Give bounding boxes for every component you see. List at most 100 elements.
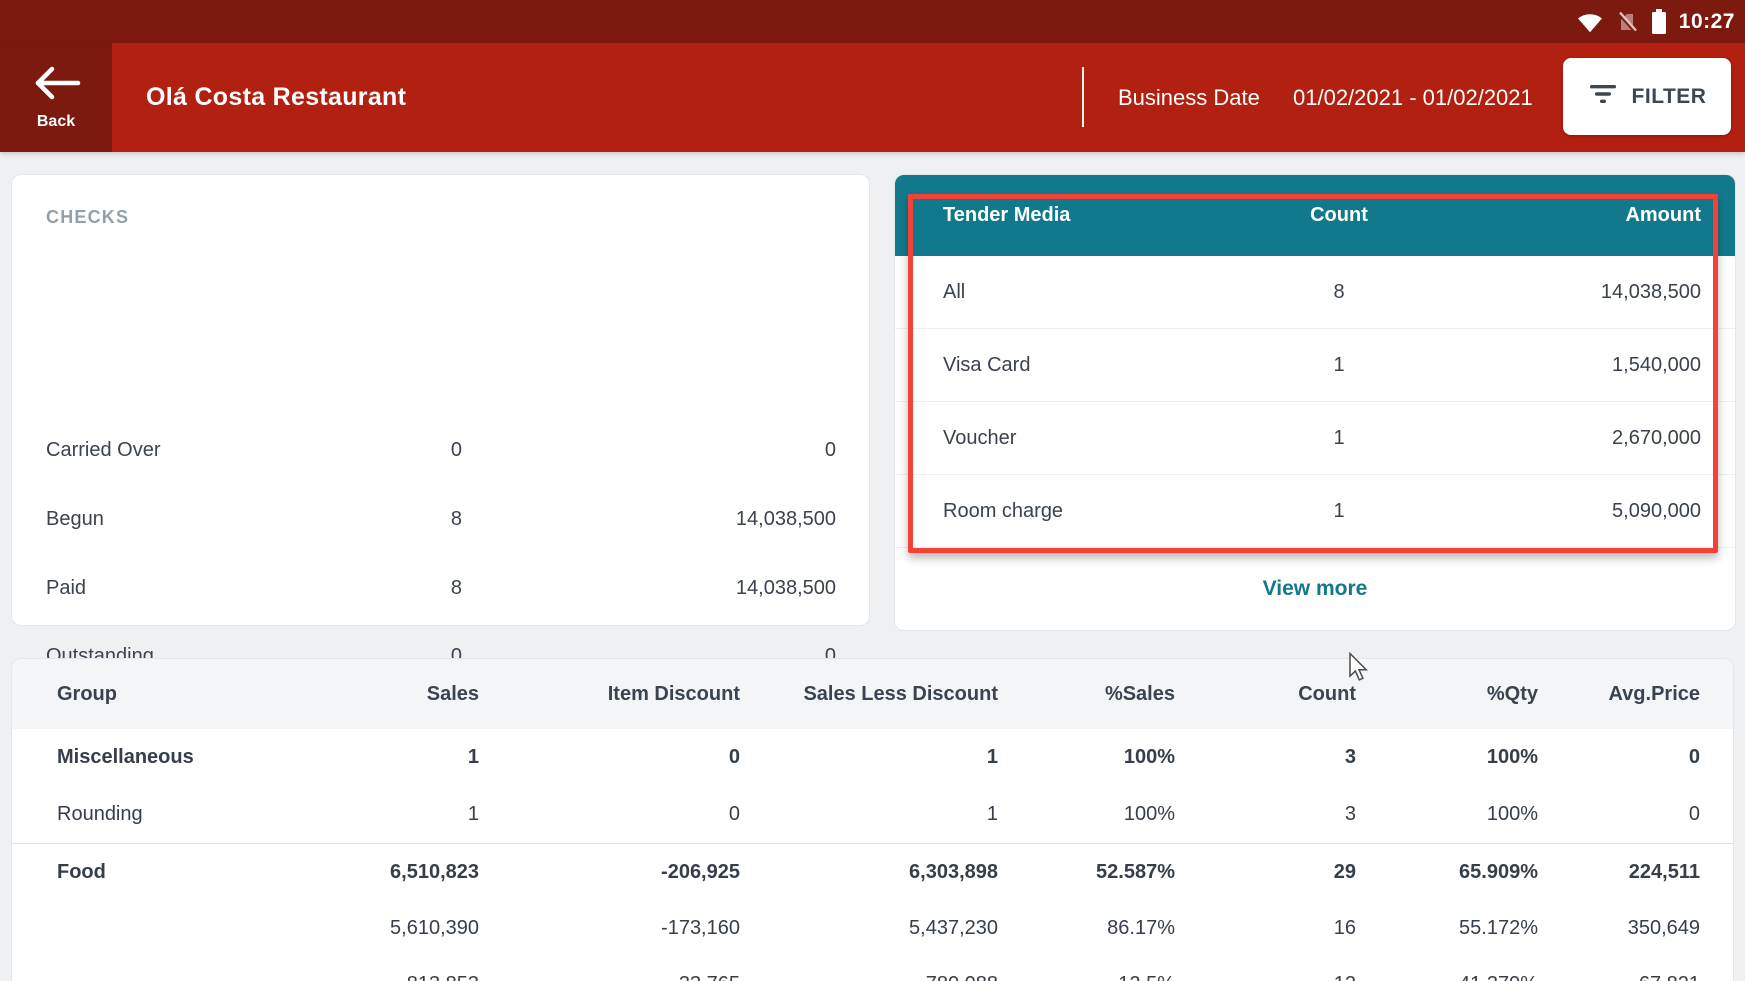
sales-cell-avg-price: 350,649 xyxy=(1538,917,1700,940)
sales-cell-pct-qty: 100% xyxy=(1356,803,1538,826)
sales-header-group: Group xyxy=(12,683,292,706)
status-time: 10:27 xyxy=(1679,10,1735,34)
sales-cell-avg-price: 0 xyxy=(1538,803,1700,826)
tender-amount: 2,670,000 xyxy=(1439,427,1701,450)
tender-count: 1 xyxy=(1239,427,1439,450)
tender-amount: 14,038,500 xyxy=(1439,281,1701,304)
sales-header-avg-price: Avg.Price xyxy=(1538,683,1700,706)
sales-cell-avg-price: 67,821 xyxy=(1538,973,1700,981)
sales-row-miscellaneous[interactable]: Miscellaneous 1 0 1 100% 3 100% 0 xyxy=(12,729,1733,786)
sales-header-count: Count xyxy=(1175,683,1356,706)
status-bar: 10:27 xyxy=(0,0,1745,43)
sales-cell-sales: 6,510,823 xyxy=(292,861,479,884)
back-arrow-icon xyxy=(30,64,82,107)
tender-header-media: Tender Media xyxy=(943,204,1239,227)
sales-cell-sales-less-discount: 1 xyxy=(740,803,998,826)
check-row-amount: 14,038,500 xyxy=(462,508,836,531)
sales-cell-item-discount: 0 xyxy=(479,746,740,769)
sales-cell-sales-less-discount: 1 xyxy=(740,746,998,769)
sales-header-pct-qty: %Qty xyxy=(1356,683,1538,706)
sales-cell-item-discount: -33,765 xyxy=(479,973,740,981)
view-more-link[interactable]: View more xyxy=(895,548,1735,630)
filter-icon xyxy=(1588,83,1618,110)
tender-count: 8 xyxy=(1239,281,1439,304)
sales-row-food[interactable]: Food 6,510,823 -206,925 6,303,898 52.587… xyxy=(12,844,1733,900)
sales-header-sales-less-discount: Sales Less Discount xyxy=(740,683,998,706)
sales-cell-count: 3 xyxy=(1175,746,1356,769)
sales-cell-sales-less-discount: 6,303,898 xyxy=(740,861,998,884)
check-row-amount: 14,038,500 xyxy=(462,577,836,600)
checks-card: CHECKS Carried Over 0 0 Begun 8 14,038,5… xyxy=(11,174,870,626)
sales-cell-sales: 813,853 xyxy=(292,973,479,981)
sales-header-sales: Sales xyxy=(292,683,479,706)
tender-count: 1 xyxy=(1239,354,1439,377)
sales-cell-avg-price: 0 xyxy=(1538,746,1700,769)
checks-row-carried-over: Carried Over 0 0 xyxy=(12,435,869,465)
sales-cell-sales-less-discount: 5,437,230 xyxy=(740,917,998,940)
check-row-label: Begun xyxy=(46,508,342,531)
tender-row-voucher[interactable]: Voucher 1 2,670,000 xyxy=(895,402,1735,475)
tender-header-count: Count xyxy=(1239,204,1439,227)
sales-header-item-discount: Item Discount xyxy=(479,683,740,706)
check-row-count: 8 xyxy=(342,508,462,531)
sales-cell-pct-sales: 12.5% xyxy=(998,973,1175,981)
sales-header-pct-sales: %Sales xyxy=(998,683,1175,706)
check-row-amount: 0 xyxy=(462,439,836,462)
sales-cell-pct-sales: 86.17% xyxy=(998,917,1175,940)
check-row-label: Paid xyxy=(46,577,342,600)
back-button[interactable]: Back xyxy=(0,43,112,152)
checks-card-title: CHECKS xyxy=(46,207,129,228)
sales-cell-count: 29 xyxy=(1175,861,1356,884)
tender-media-name: All xyxy=(943,281,1239,304)
sales-cell-sales: 5,610,390 xyxy=(292,917,479,940)
sales-table-card: Group Sales Item Discount Sales Less Dis… xyxy=(11,658,1734,981)
sales-cell-pct-qty: 65.909% xyxy=(1356,861,1538,884)
no-sim-icon xyxy=(1615,10,1639,34)
tender-header-amount: Amount xyxy=(1439,204,1701,227)
sales-cell-pct-qty: 41.379% xyxy=(1356,973,1538,981)
sales-row-rounding[interactable]: Rounding 1 0 1 100% 3 100% 0 xyxy=(12,786,1733,843)
sales-cell-avg-price: 224,511 xyxy=(1538,861,1700,884)
header-divider xyxy=(1082,67,1084,127)
tender-row-room-charge[interactable]: Room charge 1 5,090,000 xyxy=(895,475,1735,548)
sales-cell-item-discount: -206,925 xyxy=(479,861,740,884)
check-row-label: Carried Over xyxy=(46,439,342,462)
wifi-icon xyxy=(1577,11,1603,33)
sales-cell-sales-less-discount: 780,088 xyxy=(740,973,998,981)
tender-media-name: Room charge xyxy=(943,500,1239,523)
sales-cell-item-discount: 0 xyxy=(479,803,740,826)
sales-cell-sales: 1 xyxy=(292,746,479,769)
sales-cell-pct-sales: 52.587% xyxy=(998,861,1175,884)
sales-cell-pct-sales: 100% xyxy=(998,803,1175,826)
business-date-value: 01/02/2021 - 01/02/2021 xyxy=(1293,43,1533,152)
sales-cell-group: Miscellaneous xyxy=(12,746,292,769)
tender-row-all[interactable]: All 8 14,038,500 xyxy=(895,256,1735,329)
filter-button-label: FILTER xyxy=(1632,85,1707,109)
sales-cell-count: 12 xyxy=(1175,973,1356,981)
check-row-count: 0 xyxy=(342,439,462,462)
app-bar: Back Olá Costa Restaurant Business Date … xyxy=(0,43,1745,152)
checks-row-begun: Begun 8 14,038,500 xyxy=(12,504,869,534)
sales-row-food-sub-1[interactable]: 5,610,390 -173,160 5,437,230 86.17% 16 5… xyxy=(12,900,1733,956)
sales-cell-sales: 1 xyxy=(292,803,479,826)
tender-count: 1 xyxy=(1239,500,1439,523)
back-button-label: Back xyxy=(37,113,75,131)
tender-table-header: Tender Media Count Amount xyxy=(895,175,1735,256)
tender-amount: 5,090,000 xyxy=(1439,500,1701,523)
page-title: Olá Costa Restaurant xyxy=(146,43,406,152)
sales-cell-pct-qty: 55.172% xyxy=(1356,917,1538,940)
checks-row-paid: Paid 8 14,038,500 xyxy=(12,573,869,603)
filter-button[interactable]: FILTER xyxy=(1563,58,1731,135)
sales-cell-pct-sales: 100% xyxy=(998,746,1175,769)
sales-cell-count: 3 xyxy=(1175,803,1356,826)
sales-cell-pct-qty: 100% xyxy=(1356,746,1538,769)
sales-table-header: Group Sales Item Discount Sales Less Dis… xyxy=(12,659,1733,729)
tender-media-card: Tender Media Count Amount All 8 14,038,5… xyxy=(894,174,1736,631)
sales-cell-count: 16 xyxy=(1175,917,1356,940)
sales-cell-group: Food xyxy=(12,861,292,884)
tender-amount: 1,540,000 xyxy=(1439,354,1701,377)
check-row-count: 8 xyxy=(342,577,462,600)
tender-row-visa-card[interactable]: Visa Card 1 1,540,000 xyxy=(895,329,1735,402)
sales-row-food-sub-2[interactable]: 813,853 -33,765 780,088 12.5% 12 41.379%… xyxy=(12,956,1733,981)
battery-icon xyxy=(1651,9,1667,35)
